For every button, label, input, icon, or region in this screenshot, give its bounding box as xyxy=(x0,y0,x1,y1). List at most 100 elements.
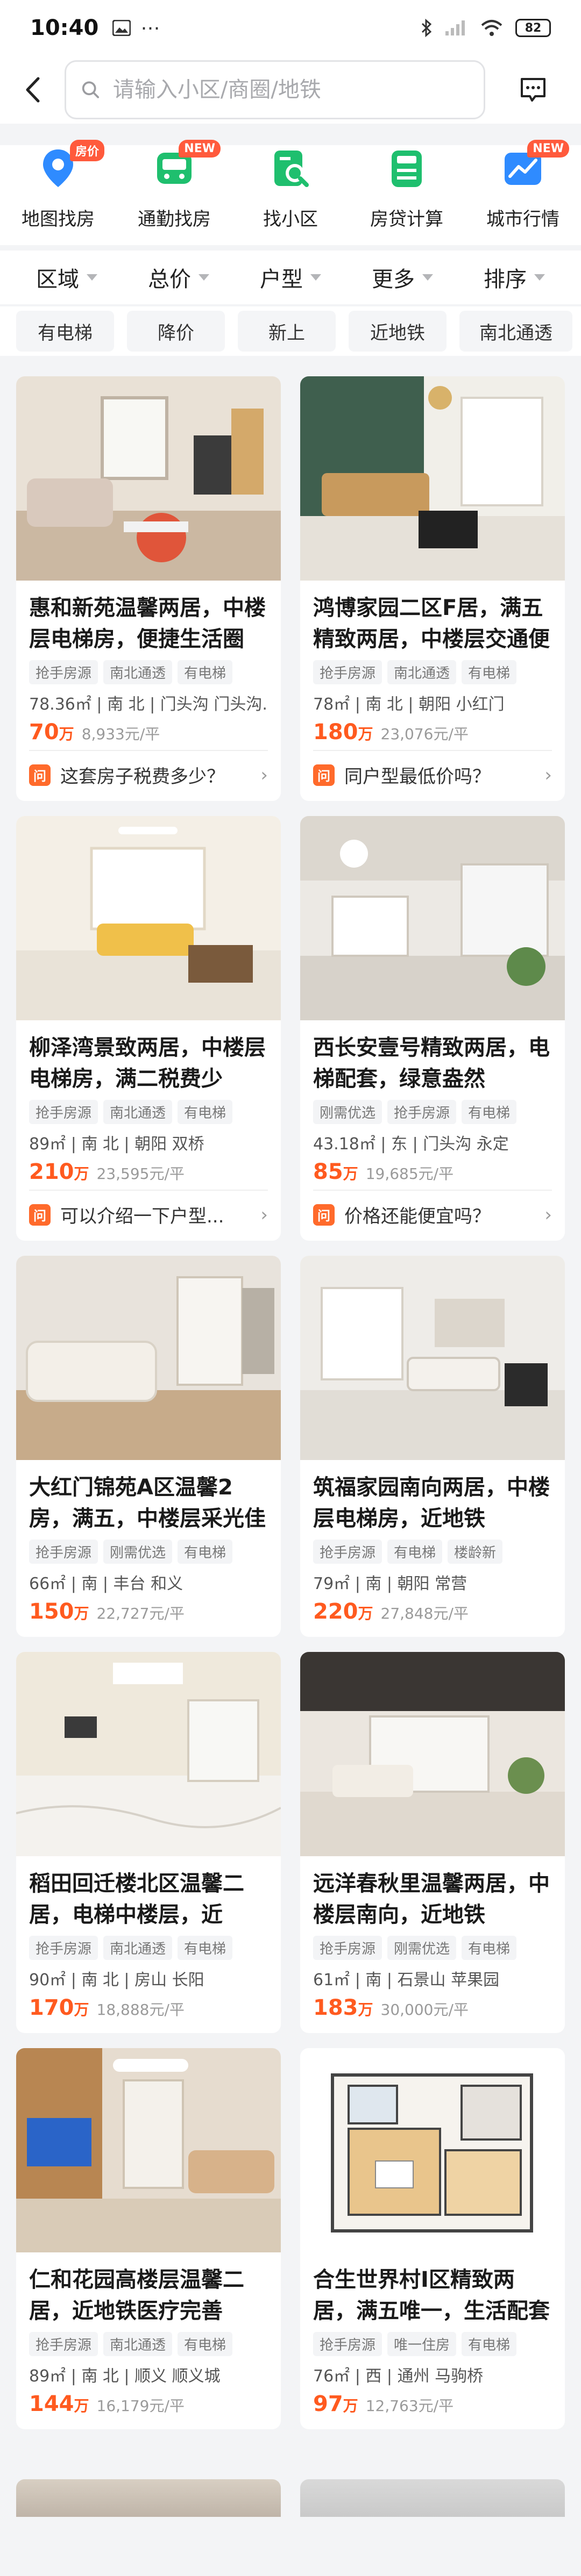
listing-price: 220万 xyxy=(313,1599,373,1624)
listing-tag: 南北通透 xyxy=(103,2332,173,2356)
status-right: 82 xyxy=(421,18,551,38)
quick-nav-badge: NEW xyxy=(179,140,221,158)
message-button[interactable] xyxy=(485,56,581,124)
filter-sort[interactable]: 排序 xyxy=(458,262,570,293)
caret-down-icon xyxy=(534,274,545,281)
listing-question[interactable]: 问价格还能便宜吗？ › xyxy=(313,1190,552,1228)
listing-card[interactable]: 筑福家园南向两居，中楼层电梯房，近地铁 抢手房源 有电梯 楼龄新 79㎡ | 南 |… xyxy=(300,1256,565,1637)
price-unit: 万 xyxy=(358,725,373,743)
search-input[interactable] xyxy=(112,77,469,102)
price-unit: 万 xyxy=(74,2001,89,2019)
search-box[interactable] xyxy=(65,60,485,119)
chip-north-south[interactable]: 南北通透 xyxy=(459,311,572,352)
tv-living-room-photo xyxy=(16,2048,281,2252)
signal-icon xyxy=(445,20,465,35)
quick-nav-map[interactable]: 房价 地图找房 xyxy=(4,140,112,245)
chip-new[interactable]: 新上 xyxy=(238,311,336,352)
living-room-photo xyxy=(16,376,281,581)
price-value: 97 xyxy=(313,2392,343,2416)
gallery-icon xyxy=(112,20,131,36)
next-listing-card-peek[interactable] xyxy=(300,2479,565,2517)
find-community-icon xyxy=(267,145,314,192)
price-value: 180 xyxy=(313,720,358,745)
listing-meta: 61㎡ | 南 | 石景山 苹果园 xyxy=(313,1971,500,1990)
quick-nav-badge: NEW xyxy=(527,140,569,158)
listing-card[interactable]: 西长安壹号精致两居，电梯配套，绿意盎然 刚需优选 抢手房源 有电梯 43.18㎡ |… xyxy=(300,816,565,1241)
listing-title: 筑福家园南向两居，中楼层电梯房，近地铁 xyxy=(313,1475,550,1531)
listing-card[interactable]: 惠和新苑温馨两居，中楼层电梯房，便捷生活圈 抢手房源 南北通透 有电梯 78.36㎡… xyxy=(16,376,281,801)
question-text: 同户型最低价吗？ xyxy=(344,766,491,788)
chevron-right-icon: › xyxy=(260,764,268,786)
listing-tag: 刚需优选 xyxy=(313,1100,382,1124)
filter-label: 更多 xyxy=(372,267,415,292)
price-unit: 万 xyxy=(358,2001,373,2019)
calculator-icon xyxy=(383,145,430,192)
caret-down-icon xyxy=(422,274,433,281)
listing-card[interactable]: 合生世界村I区精致两居，满五唯一，生活配套丰富 抢手房源唯一住房有电梯 76㎡ … xyxy=(300,2048,565,2429)
price-unit: 万 xyxy=(59,725,74,743)
listing-meta: 78㎡ | 南 北 | 朝阳 小红门 xyxy=(313,695,505,714)
bright-living-room-photo xyxy=(16,816,281,1020)
loft-room-photo xyxy=(300,816,565,1020)
listing-tag: 有电梯 xyxy=(462,1936,517,1960)
listing-price: 97万 xyxy=(313,2392,358,2416)
listing-unit-price: 19,685元/平 xyxy=(365,1165,454,1183)
listing-unit-price: 27,848元/平 xyxy=(380,1605,469,1622)
filter-bar: 区域 总价 户型 更多 排序 xyxy=(0,251,581,304)
back-button[interactable] xyxy=(0,56,65,124)
listing-tag: 有电梯 xyxy=(178,1100,233,1124)
chip-price-drop[interactable]: 降价 xyxy=(127,311,225,352)
listing-title: 惠和新苑温馨两居，中楼层电梯房，便捷生活圈 xyxy=(29,596,266,652)
filter-label: 排序 xyxy=(484,267,527,292)
listing-tag: 南北通透 xyxy=(387,660,457,684)
listing-question[interactable]: 问这套房子税费多少？ › xyxy=(29,750,268,788)
listing-tag: 有电梯 xyxy=(178,1936,233,1960)
filter-region[interactable]: 区域 xyxy=(11,262,123,293)
listing-card[interactable]: 柳泽湾景致两居，中楼层电梯房，满二税费少 抢手房源 南北通透 有电梯 89㎡ | 南… xyxy=(16,816,281,1241)
listing-tag: 抢手房源 xyxy=(29,1540,98,1564)
listing-card[interactable]: 大红门锦苑A区温馨2房，满五，中楼层采光佳 抢手房源 刚需优选 有电梯 66㎡ | … xyxy=(16,1256,281,1637)
listing-card[interactable]: 鸿博家园二区F居，满五精致两居，中楼层交通便利 抢手房源南北通透有电梯 78㎡ … xyxy=(300,376,565,801)
question-icon: 问 xyxy=(29,764,51,786)
quick-nav-label: 地图找房 xyxy=(22,209,95,230)
filter-label: 户型 xyxy=(260,267,303,292)
price-value: 70 xyxy=(29,720,59,745)
quick-nav-commute[interactable]: NEW 通勤找房 xyxy=(121,140,228,245)
listing-card[interactable]: 仁和花园高楼层温馨二居，近地铁医疗完善 抢手房源 南北通透 有电梯 89㎡ | 南 … xyxy=(16,2048,281,2429)
price-value: 150 xyxy=(29,1599,74,1624)
battery-level: 82 xyxy=(525,21,542,35)
listing-tag: 南北通透 xyxy=(103,1936,173,1960)
listing-tag: 抢手房源 xyxy=(29,660,98,684)
listing-unit-price: 22,727元/平 xyxy=(96,1605,185,1622)
quick-nav-community[interactable]: 找小区 xyxy=(237,145,344,245)
listing-price: 144万 xyxy=(29,2392,89,2416)
listing-tag: 唯一住房 xyxy=(387,2332,457,2356)
listing-tag: 抢手房源 xyxy=(29,1100,98,1124)
wifi-icon xyxy=(481,20,502,36)
listing-unit-price: 18,888元/平 xyxy=(96,2001,185,2019)
quick-nav-market[interactable]: NEW 城市行情 xyxy=(469,140,577,245)
listing-title: 西长安壹号精致两居，电梯配套，绿意盎然 xyxy=(313,1035,550,1091)
listing-question[interactable]: 问可以介绍一下户型... › xyxy=(29,1190,268,1228)
quick-nav-label: 城市行情 xyxy=(486,209,559,230)
quick-nav-mortgage[interactable]: 房贷计算 xyxy=(353,145,460,245)
listing-unit-price: 23,595元/平 xyxy=(96,1165,185,1183)
filter-more[interactable]: 更多 xyxy=(346,262,458,293)
listing-tag: 有电梯 xyxy=(178,1540,233,1564)
listing-tag: 刚需优选 xyxy=(387,1936,457,1960)
listing-card[interactable]: 远洋春秋里温馨两居，中楼层南向，近地铁 抢手房源 刚需优选 有电梯 61㎡ | 南 … xyxy=(300,1652,565,2033)
price-value: 170 xyxy=(29,1995,74,2020)
filter-total-price[interactable]: 总价 xyxy=(123,262,235,293)
filter-layout[interactable]: 户型 xyxy=(235,262,346,293)
listing-meta: 90㎡ | 南 北 | 房山 长阳 xyxy=(29,1971,204,1990)
chip-near-subway[interactable]: 近地铁 xyxy=(349,311,447,352)
listing-title: 稻田回迁楼北区温馨二居，电梯中楼层，近绿... xyxy=(29,1871,244,1927)
listing-card[interactable]: 稻田回迁楼北区温馨二居，电梯中楼层，近绿... 抢手房源南北通透有电梯 90㎡ … xyxy=(16,1652,281,2033)
listing-question[interactable]: 问同户型最低价吗？ › xyxy=(313,750,552,788)
caret-down-icon xyxy=(310,274,321,281)
question-icon: 问 xyxy=(29,1204,51,1226)
price-unit: 万 xyxy=(74,1165,89,1183)
listing-title: 柳泽湾景致两居，中楼层电梯房，满二税费少 xyxy=(29,1035,266,1091)
chip-elevator[interactable]: 有电梯 xyxy=(16,311,114,352)
next-listing-card-peek[interactable] xyxy=(16,2479,281,2517)
